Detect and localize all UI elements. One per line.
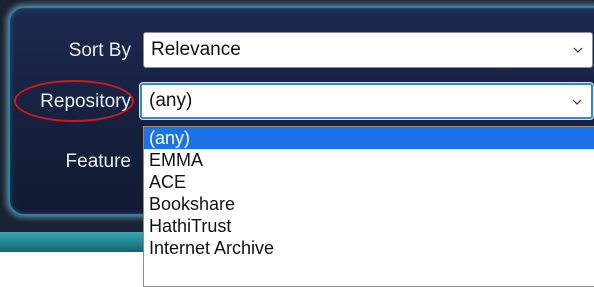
feature-label: Feature <box>65 151 131 172</box>
chevron-down-icon <box>572 99 582 105</box>
option-emma[interactable]: EMMA <box>144 149 594 171</box>
option-bookshare[interactable]: Bookshare <box>144 193 594 215</box>
chevron-down-icon <box>573 47 583 53</box>
option-hathitrust[interactable]: HathiTrust <box>144 215 594 237</box>
option-internet-archive[interactable]: Internet Archive <box>144 237 594 259</box>
annotation-circle <box>14 80 134 122</box>
sort-by-value: Relevance <box>151 39 241 60</box>
repository-dropdown-list: (any) EMMA ACE Bookshare HathiTrust Inte… <box>143 126 594 287</box>
repository-select[interactable]: (any) <box>140 83 593 119</box>
sort-by-select[interactable]: Relevance <box>143 32 593 68</box>
repository-value: (any) <box>149 90 193 111</box>
sort-by-label: Sort By <box>68 40 131 61</box>
option-any[interactable]: (any) <box>144 127 594 149</box>
option-ace[interactable]: ACE <box>144 171 594 193</box>
